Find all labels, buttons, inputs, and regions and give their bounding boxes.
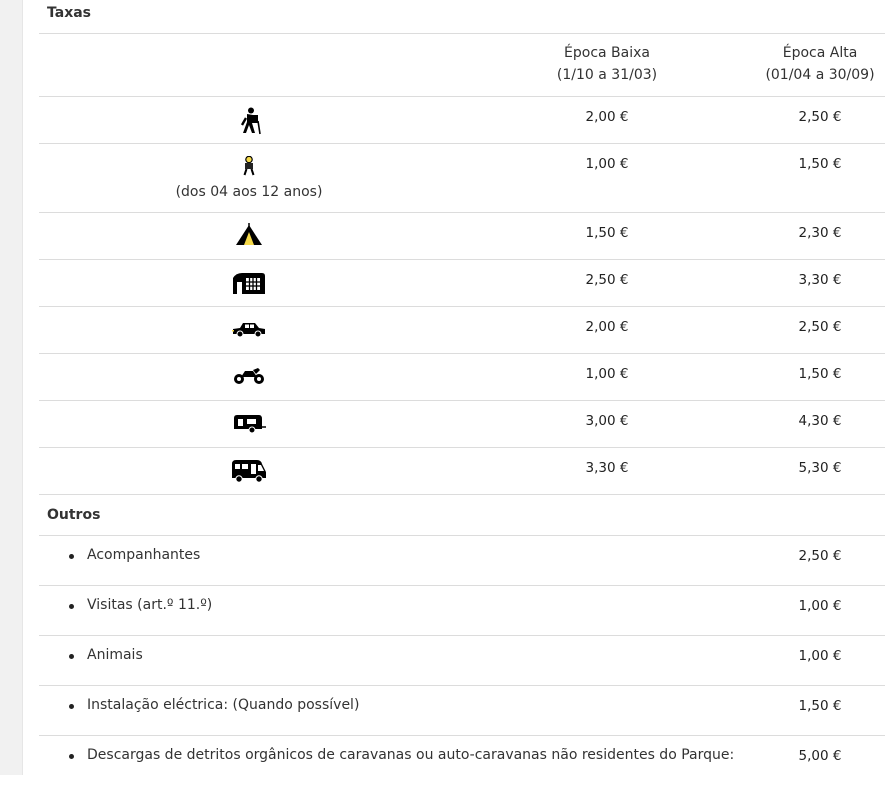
caravan-icon: [39, 411, 459, 435]
low-season-price: 2,00 €: [585, 319, 629, 335]
motorcycle-icon: [39, 364, 459, 386]
table-header: Época Baixa (1/10 a 31/03) Época Alta (0…: [39, 34, 885, 97]
item-price: 2,50 €: [798, 548, 842, 564]
low-season-price: 2,00 €: [585, 109, 629, 125]
low-season-price: 3,00 €: [585, 413, 629, 429]
high-season-header: Época Alta (01/04 a 30/09): [755, 42, 885, 86]
table-row: 1,50 € 2,30 €: [39, 213, 885, 260]
low-season-price: 1,00 €: [585, 156, 629, 172]
item-label: Acompanhantes: [87, 547, 201, 563]
list-item: Visitas (art.º 11.º) 1,00 €: [39, 586, 885, 636]
list-item: Animais 1,00 €: [39, 636, 885, 686]
table-row: 1,00 € 1,50 €: [39, 354, 885, 401]
high-season-price: 1,50 €: [798, 156, 842, 172]
table-row: 2,00 € 2,50 €: [39, 307, 885, 354]
high-season-price: 5,30 €: [798, 460, 842, 476]
low-season-header: Época Baixa (1/10 a 31/03): [459, 42, 755, 86]
high-season-label: Época Alta: [782, 45, 858, 61]
table-row: (dos 04 aos 12 anos) 1,00 € 1,50 €: [39, 144, 885, 213]
child-age-note: (dos 04 aos 12 anos): [175, 184, 323, 200]
bullet-icon: [69, 654, 74, 659]
item-price: 1,00 €: [798, 648, 842, 664]
section-title: Taxas: [39, 0, 885, 34]
item-label: Instalação eléctrica: (Quando possível): [87, 697, 360, 713]
high-season-price: 4,30 €: [798, 413, 842, 429]
hiker-icon: [39, 107, 459, 135]
car-icon: [39, 317, 459, 339]
low-season-price: 3,30 €: [585, 460, 629, 476]
item-label: Visitas (art.º 11.º): [87, 597, 213, 613]
item-price: 1,50 €: [798, 698, 842, 714]
table-row: 2,50 € 3,30 €: [39, 260, 885, 307]
large-tent-icon: [39, 270, 459, 296]
high-season-price: 2,30 €: [798, 225, 842, 241]
table-row: 3,00 € 4,30 €: [39, 401, 885, 448]
bullet-icon: [69, 554, 74, 559]
low-season-price: 1,50 €: [585, 225, 629, 241]
item-price: 1,00 €: [798, 598, 842, 614]
item-label: Animais: [87, 647, 143, 663]
low-season-dates: (1/10 a 31/03): [556, 67, 658, 83]
table-row: 2,00 € 2,50 €: [39, 97, 885, 144]
motorhome-icon: [39, 458, 459, 484]
high-season-dates: (01/04 a 30/09): [765, 67, 875, 83]
list-item: Descargas de detritos orgânicos de carav…: [39, 736, 885, 785]
table-row: 3,30 € 5,30 €: [39, 448, 885, 495]
low-season-price: 2,50 €: [585, 272, 629, 288]
left-sidebar-strip: [0, 0, 23, 775]
low-season-label: Época Baixa: [564, 45, 650, 61]
high-season-price: 2,50 €: [798, 109, 842, 125]
item-price: 5,00 €: [798, 748, 842, 764]
item-label: Descargas de detritos orgânicos de carav…: [87, 747, 735, 763]
low-season-price: 1,00 €: [585, 366, 629, 382]
list-item: Instalação eléctrica: (Quando possível) …: [39, 686, 885, 736]
rates-table: Taxas Época Baixa (1/10 a 31/03) Época A…: [39, 0, 885, 785]
tent-icon: [39, 223, 459, 247]
high-season-price: 2,50 €: [798, 319, 842, 335]
bullet-icon: [69, 604, 74, 609]
outros-title: Outros: [39, 495, 885, 536]
list-item: Acompanhantes 2,50 €: [39, 536, 885, 586]
bullet-icon: [69, 704, 74, 709]
high-season-price: 1,50 €: [798, 366, 842, 382]
high-season-price: 3,30 €: [798, 272, 842, 288]
bullet-icon: [69, 754, 74, 759]
outros-list: Acompanhantes 2,50 € Visitas (art.º 11.º…: [39, 536, 885, 785]
child-icon: [39, 156, 459, 176]
